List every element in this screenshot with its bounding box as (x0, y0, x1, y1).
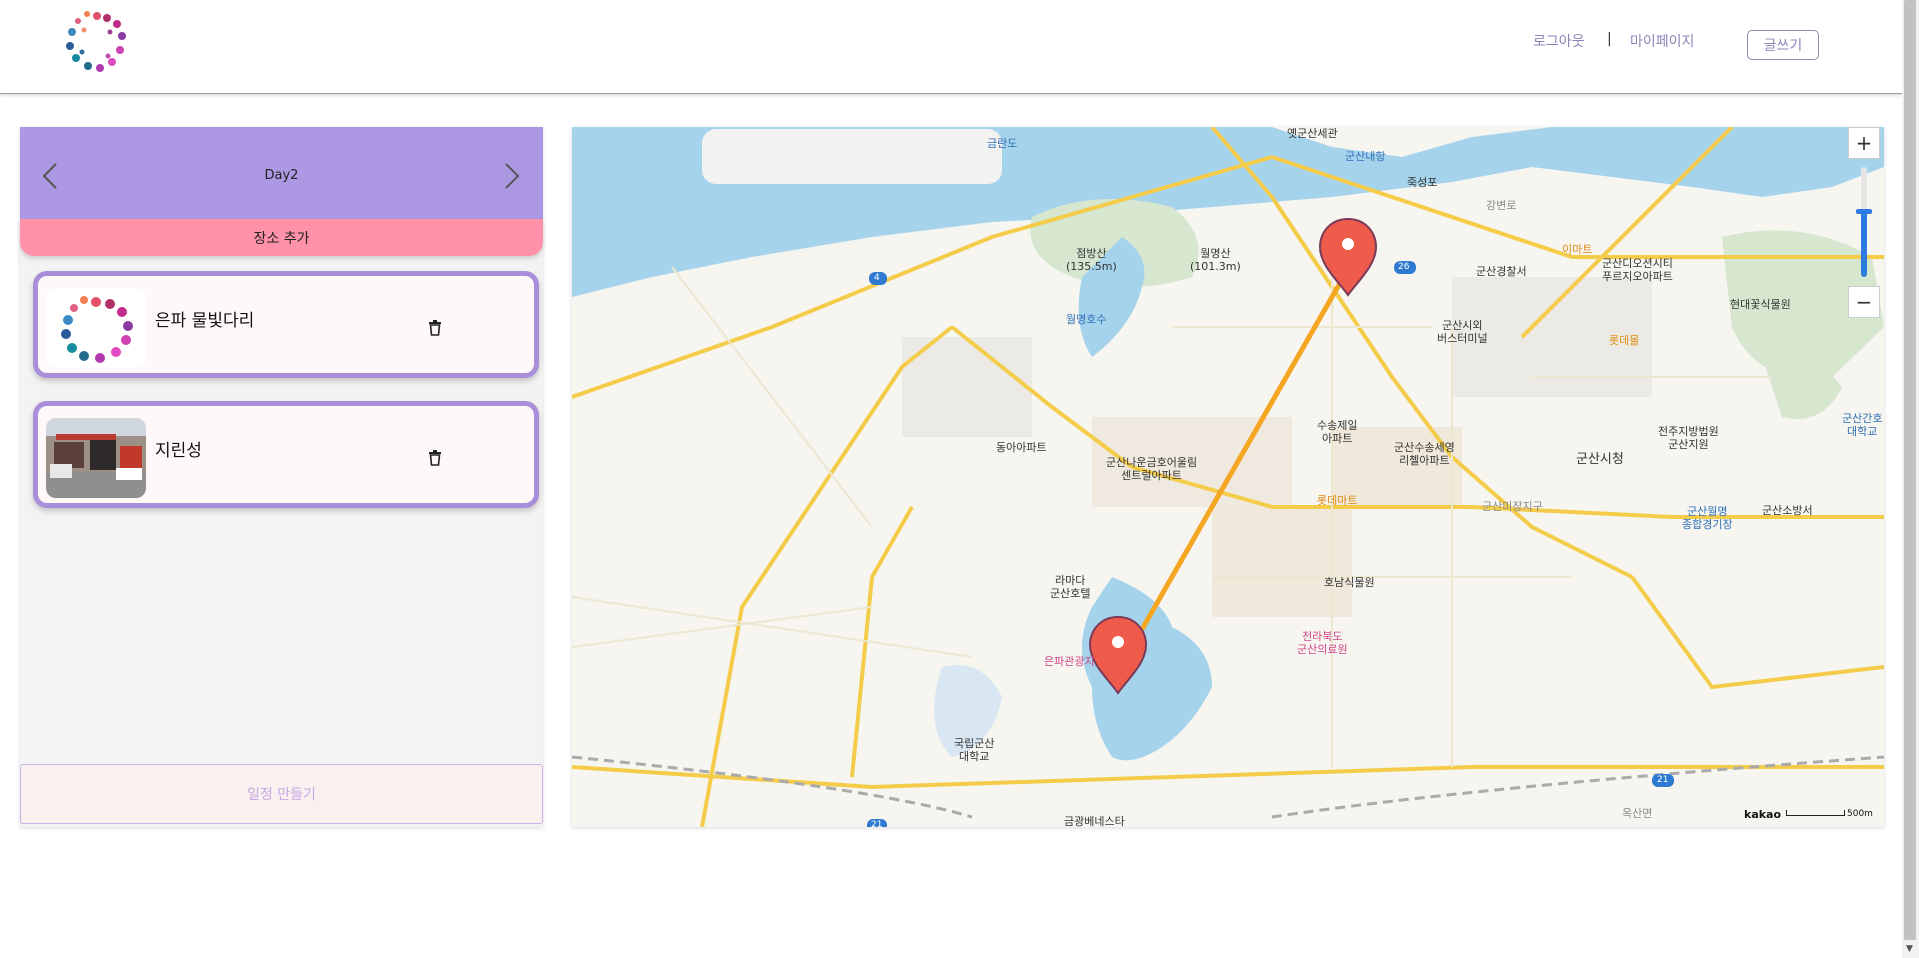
logout-link[interactable]: 로그아웃 (1533, 31, 1585, 51)
trash-icon[interactable] (428, 320, 442, 336)
add-place-button[interactable]: 장소 추가 (20, 219, 543, 256)
map-label: 옛군산세관 (1287, 127, 1338, 140)
map-label: 전주지방법원 군산지원 (1658, 425, 1719, 451)
map-label: 군산내항 (1345, 150, 1386, 163)
zoom-out-button[interactable]: − (1848, 286, 1880, 318)
place-thumbnail (46, 418, 146, 498)
top-header: 로그아웃 | 마이페이지 글쓰기 (0, 0, 1902, 94)
route-badge: 21 (1657, 775, 1669, 785)
itinerary-panel: Day2 장소 추가 은파 물빛다리 지린성 일정 만들기 (20, 127, 543, 827)
map-label: 현대꽃식물원 (1730, 298, 1791, 311)
map-label: 군산시외 버스터미널 (1437, 319, 1488, 345)
map-label: 죽성포 (1407, 176, 1438, 189)
map-label: 금란도 (987, 137, 1018, 150)
map-label: 월명호수 (1066, 313, 1107, 326)
map-label: 군산소방서 (1762, 504, 1813, 517)
map-label: 은파관광지 (1044, 655, 1095, 668)
zoom-in-button[interactable]: + (1848, 127, 1880, 159)
route-badge: 21 (871, 820, 883, 827)
map-scale-bar (1786, 810, 1845, 816)
write-button[interactable]: 글쓰기 (1747, 30, 1819, 60)
mypage-link[interactable]: 마이페이지 (1630, 31, 1694, 51)
map-label: 군산디오션시티 푸르지오아파트 (1602, 257, 1673, 283)
map-label: 옥산면 (1622, 807, 1653, 820)
map-attribution: kakao (1744, 808, 1782, 821)
map-label: 군산간호 대학교 (1842, 412, 1883, 438)
map-label: 강변로 (1486, 199, 1517, 212)
route-badge: 26 (1398, 262, 1410, 272)
map-label: 군산수송세영 리첼아파트 (1394, 441, 1455, 467)
map-label: 전라북도 군산의료원 (1297, 630, 1348, 656)
scroll-down-arrow-icon[interactable]: ▼ (1906, 944, 1913, 954)
map-label: 롯데마트 (1317, 494, 1358, 507)
place-name: 은파 물빛다리 (155, 311, 255, 331)
zoom-control: + − (1848, 127, 1882, 322)
make-schedule-button[interactable]: 일정 만들기 (20, 764, 543, 824)
page-scrollbar[interactable]: ▼ (1902, 0, 1919, 958)
map-label: 군산미장지구 (1482, 500, 1543, 513)
map-label: 라마다 군산호텔 (1050, 574, 1091, 600)
scrollbar-thumb[interactable] (1904, 0, 1916, 940)
day-title: Day2 (264, 168, 299, 183)
place-card[interactable]: 지린성 (33, 401, 539, 508)
map-label: 롯데몰 (1609, 334, 1640, 347)
zoom-slider-handle[interactable] (1856, 209, 1872, 214)
route-badge: 4 (874, 273, 880, 283)
map-label: 호남식물원 (1324, 576, 1375, 589)
map-view[interactable]: 금란도 옛군산세관 군산내항 죽성포 강변로 점방산 (135.5m) 월명산 … (572, 127, 1884, 827)
map-label: 군산경찰서 (1476, 265, 1527, 278)
zoom-level-fill (1861, 211, 1867, 277)
map-base (572, 127, 1884, 827)
map-label: 월명산 (101.3m) (1190, 247, 1241, 273)
map-label: 군산월명 종합경기장 (1682, 505, 1733, 531)
place-thumbnail (46, 288, 146, 368)
trash-icon[interactable] (428, 450, 442, 466)
map-label: 수송제일 아파트 (1317, 419, 1358, 445)
map-label: 군산나운금호어울림 센트럴아파트 (1106, 456, 1198, 482)
map-label: 국립군산 대학교 (954, 737, 995, 763)
map-label: 이마트 (1562, 243, 1593, 256)
nav-separator: | (1607, 31, 1612, 47)
place-card[interactable]: 은파 물빛다리 (33, 271, 539, 378)
site-logo[interactable] (62, 8, 132, 74)
map-label: 점방산 (135.5m) (1066, 247, 1117, 273)
place-name: 지린성 (155, 441, 202, 461)
next-day-arrow-icon[interactable] (500, 162, 522, 190)
map-label: 금광베네스타 (1064, 815, 1125, 827)
map-label: 동아아파트 (996, 441, 1047, 454)
map-scale-label: 500m (1847, 809, 1873, 819)
day-header: Day2 (20, 127, 543, 219)
map-label: 군산시청 (1576, 452, 1624, 467)
